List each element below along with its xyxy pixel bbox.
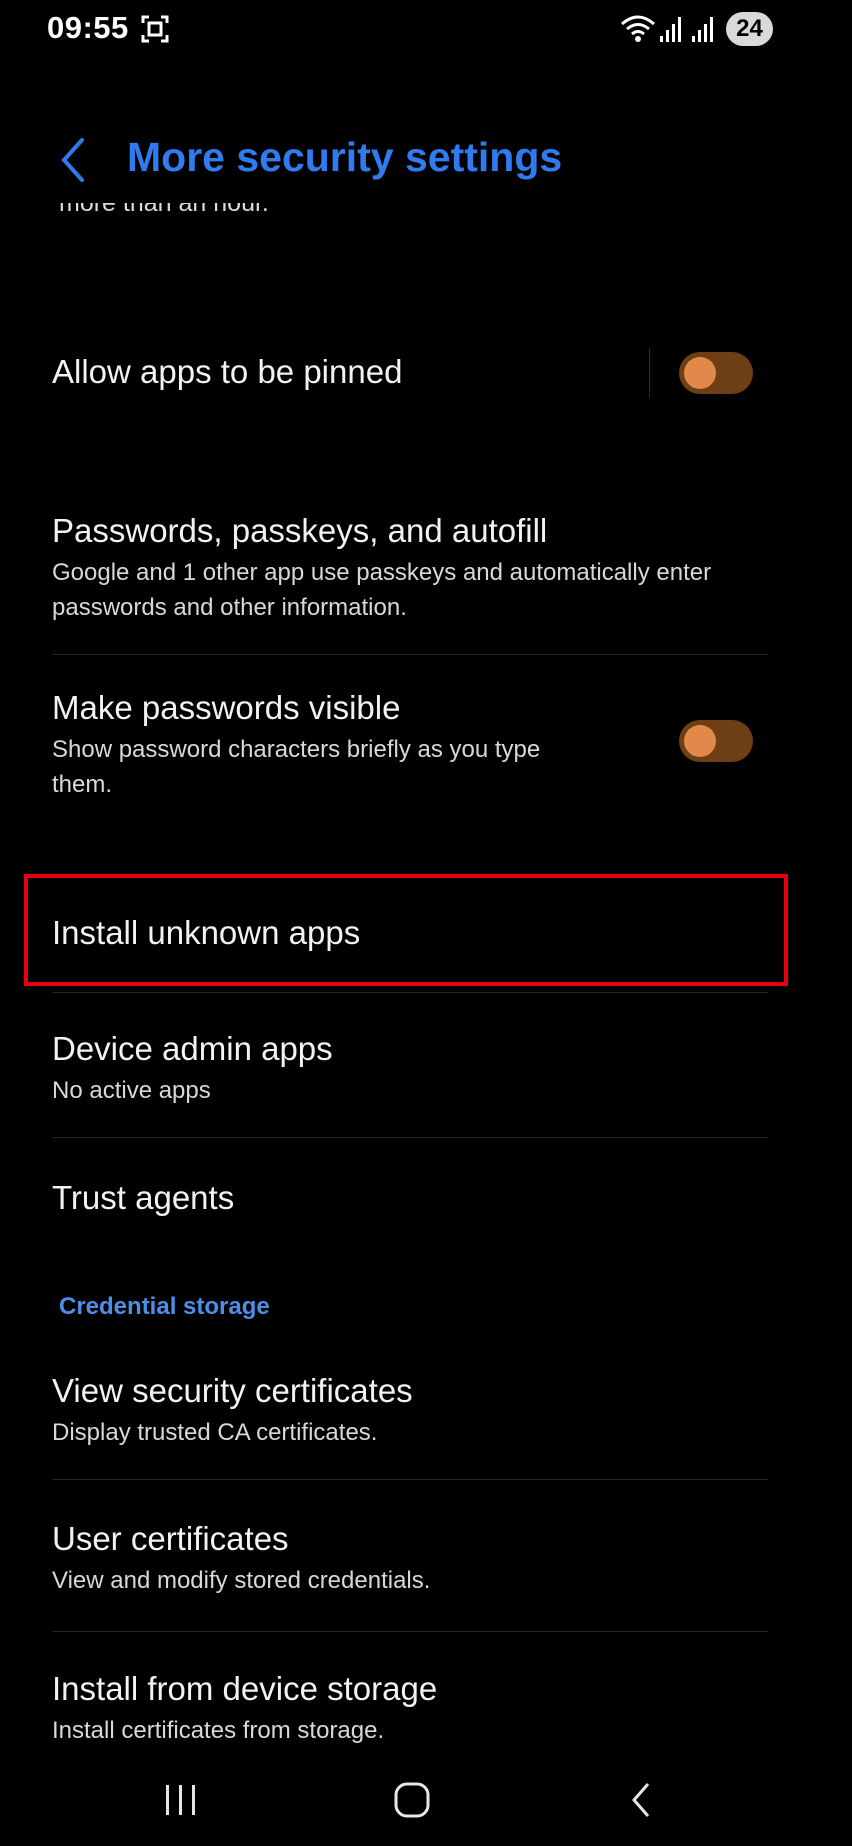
install-from-device-storage-title: Install from device storage	[52, 1670, 438, 1707]
view-security-certificates-subtitle: Display trusted CA certificates.	[52, 1419, 378, 1446]
signal-icon	[660, 14, 684, 49]
user-certificates-item[interactable]: User certificates View and modify stored…	[52, 1519, 772, 1598]
make-passwords-visible-subtitle: Show password characters briefly as you …	[52, 736, 541, 798]
divider	[52, 1479, 768, 1480]
device-admin-apps-title: Device admin apps	[52, 1030, 333, 1067]
divider	[52, 654, 768, 655]
passwords-autofill-subtitle: Google and 1 other app use passkeys and …	[52, 559, 712, 621]
make-passwords-visible-item[interactable]: Make passwords visible Show password cha…	[52, 688, 612, 802]
divider	[52, 1137, 768, 1138]
status-time: 09:55	[47, 10, 129, 45]
toggle-knob	[684, 725, 716, 757]
toggle-knob	[684, 357, 716, 389]
home-button[interactable]	[372, 1770, 452, 1830]
battery-icon: 24	[726, 12, 773, 46]
divider	[649, 348, 650, 398]
back-icon	[632, 1783, 650, 1817]
back-arrow-icon	[61, 138, 84, 182]
screenshot-icon	[140, 14, 170, 49]
trust-agents-title: Trust agents	[52, 1179, 235, 1216]
user-certificates-subtitle: View and modify stored credentials.	[52, 1567, 431, 1594]
back-nav-button[interactable]	[602, 1770, 682, 1830]
back-button[interactable]	[52, 130, 102, 190]
device-admin-apps-item[interactable]: Device admin apps No active apps	[52, 1029, 772, 1108]
make-passwords-visible-title: Make passwords visible	[52, 689, 401, 726]
user-certificates-title: User certificates	[52, 1520, 289, 1557]
device-admin-apps-subtitle: No active apps	[52, 1077, 211, 1104]
home-icon	[394, 1782, 430, 1818]
divider	[52, 1631, 768, 1632]
trust-agents-item[interactable]: Trust agents	[52, 1178, 772, 1218]
passwords-autofill-item[interactable]: Passwords, passkeys, and autofill Google…	[52, 511, 772, 625]
view-security-certificates-title: View security certificates	[52, 1372, 413, 1409]
view-security-certificates-item[interactable]: View security certificates Display trust…	[52, 1371, 772, 1450]
passwords-autofill-title: Passwords, passkeys, and autofill	[52, 512, 548, 549]
section-header-credential-storage: Credential storage	[59, 1293, 270, 1320]
install-unknown-apps-item[interactable]: Install unknown apps	[52, 913, 772, 953]
install-unknown-apps-title: Install unknown apps	[52, 914, 361, 951]
cut-off-text: more than an hour.	[59, 203, 269, 217]
make-passwords-visible-toggle[interactable]	[679, 720, 753, 762]
allow-apps-pinned-title: Allow apps to be pinned	[52, 353, 403, 390]
signal-icon	[692, 14, 716, 49]
allow-apps-pinned-item[interactable]: Allow apps to be pinned	[52, 352, 772, 392]
divider	[52, 992, 768, 993]
page-title: More security settings	[127, 134, 563, 180]
recents-button[interactable]	[141, 1770, 221, 1830]
battery-level: 24	[736, 15, 763, 42]
recents-icon	[166, 1785, 195, 1815]
allow-apps-pinned-toggle[interactable]	[679, 352, 753, 394]
install-from-device-storage-subtitle: Install certificates from storage.	[52, 1717, 385, 1744]
install-from-device-storage-item[interactable]: Install from device storage Install cert…	[52, 1669, 772, 1748]
wifi-icon	[620, 14, 656, 49]
